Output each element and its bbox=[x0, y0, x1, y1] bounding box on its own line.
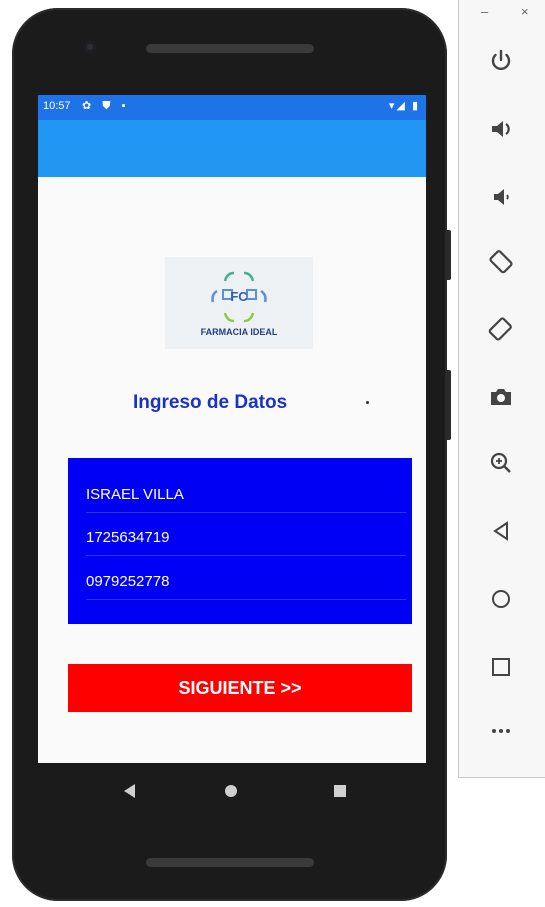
more-icon[interactable] bbox=[486, 716, 526, 756]
status-bar: 10:57 ✿ ⛊ ▪ ▾◢ ▮ bbox=[38, 95, 426, 120]
volume-up-icon[interactable] bbox=[486, 114, 526, 154]
page-title: Ingreso de Datos bbox=[133, 392, 288, 413]
power-hardware-button bbox=[447, 370, 451, 440]
stray-dot bbox=[366, 401, 369, 404]
logo-letter: FC bbox=[230, 289, 248, 304]
bottom-speaker bbox=[146, 858, 314, 867]
close-button[interactable]: × bbox=[521, 4, 529, 19]
app-bar bbox=[38, 120, 426, 177]
rotate-left-icon[interactable] bbox=[486, 246, 526, 286]
android-nav-bar bbox=[38, 763, 426, 819]
home-icon[interactable] bbox=[486, 584, 526, 624]
id-number-field[interactable]: 1725634719 bbox=[86, 521, 406, 556]
next-button[interactable]: SIGUIENTE >> bbox=[68, 664, 412, 712]
minimize-button[interactable]: – bbox=[481, 4, 488, 19]
phone-field[interactable]: 0979252778 bbox=[86, 565, 406, 600]
nav-home-icon[interactable] bbox=[225, 785, 237, 797]
emulator-toolbar: – × bbox=[458, 0, 545, 778]
notification-icons: ✿ ⛊ ▪ bbox=[82, 100, 130, 112]
earpiece-speaker bbox=[146, 44, 314, 53]
volume-down-icon[interactable] bbox=[486, 182, 526, 222]
power-icon[interactable] bbox=[486, 46, 526, 86]
status-time: 10:57 bbox=[43, 100, 71, 112]
camera-icon[interactable] bbox=[486, 382, 526, 422]
rotate-right-icon[interactable] bbox=[486, 314, 526, 354]
signal-battery-icons: ▾◢ ▮ bbox=[388, 100, 420, 112]
phone-frame: 10:57 ✿ ⛊ ▪ ▾◢ ▮ FC FARMACIA IDEAL Ingre… bbox=[12, 8, 451, 901]
back-icon[interactable] bbox=[486, 516, 526, 556]
pharmacy-logo: FC FARMACIA IDEAL bbox=[165, 257, 313, 349]
front-camera bbox=[84, 41, 96, 53]
volume-hardware-button bbox=[447, 230, 451, 280]
nav-back-icon[interactable] bbox=[124, 784, 135, 798]
logo-text: FARMACIA IDEAL bbox=[200, 327, 278, 337]
name-field[interactable]: ISRAEL VILLA bbox=[86, 478, 406, 513]
zoom-icon[interactable] bbox=[486, 448, 526, 488]
data-form-panel: ISRAEL VILLA 1725634719 0979252778 bbox=[68, 458, 412, 624]
nav-recents-icon[interactable] bbox=[334, 785, 346, 797]
overview-icon[interactable] bbox=[486, 652, 526, 692]
app-screen: 10:57 ✿ ⛊ ▪ ▾◢ ▮ FC FARMACIA IDEAL Ingre… bbox=[38, 95, 426, 763]
